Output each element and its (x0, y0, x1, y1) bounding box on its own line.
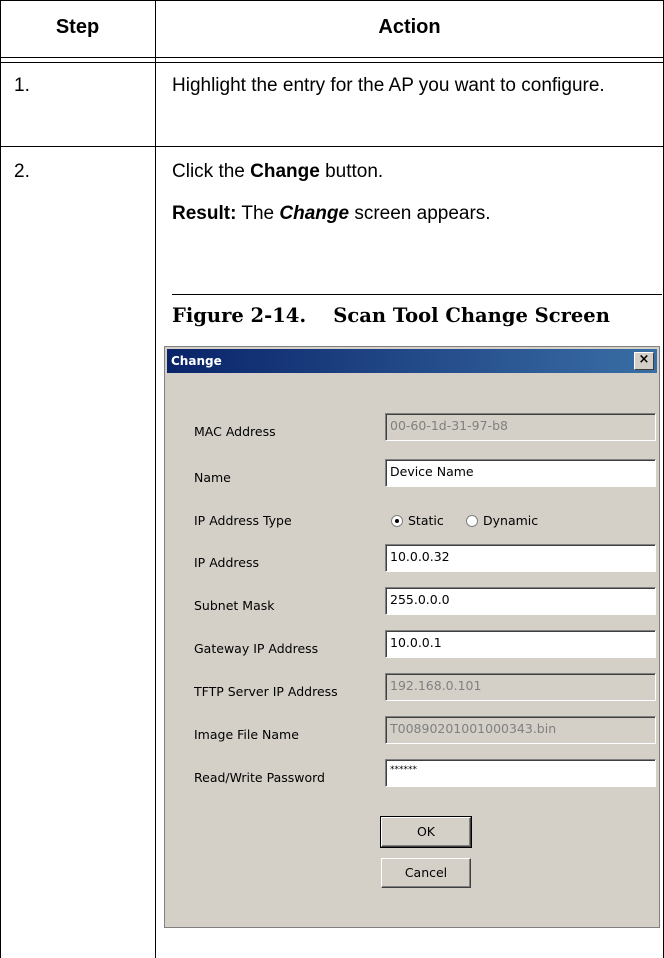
table-top-border (0, 0, 664, 1)
name-field[interactable]: Device Name (385, 459, 656, 487)
dynamic-radio-label[interactable]: Dynamic (483, 513, 538, 528)
tftp-server-ip-field: 192.168.0.101 (385, 673, 656, 701)
ok-button[interactable]: OK (380, 816, 472, 848)
table-left-border (0, 0, 1, 958)
figure-caption: Figure 2-14. Scan Tool Change Screen (172, 304, 610, 327)
gateway-ip-label: Gateway IP Address (194, 641, 319, 656)
result-em: Change (279, 203, 350, 224)
result-post: screen appears. (349, 203, 491, 224)
row1-action: Highlight the entry for the AP you want … (172, 75, 605, 96)
ip-address-label: IP Address (194, 555, 259, 570)
mac-address-label: MAC Address (194, 424, 276, 439)
dynamic-radio[interactable] (466, 515, 478, 527)
row2-action-prefix: Click the (172, 161, 251, 182)
password-field[interactable]: ****** (385, 759, 656, 787)
image-file-name-field: T00890201001000343.bin (385, 716, 656, 744)
radio-selected-dot (395, 519, 399, 523)
close-icon: × (638, 352, 650, 367)
header-divider-double (0, 62, 664, 63)
static-radio[interactable] (391, 515, 403, 527)
header-divider (0, 57, 664, 58)
row2-action: Click the Change button. (172, 160, 642, 184)
password-label: Read/Write Password (194, 770, 325, 785)
tftp-server-ip-label: TFTP Server IP Address (194, 684, 338, 699)
subnet-mask-label: Subnet Mask (194, 598, 275, 613)
row2-step: 2. (14, 161, 30, 182)
gateway-ip-field[interactable]: 10.0.0.1 (385, 630, 656, 658)
static-radio-label[interactable]: Static (408, 513, 444, 528)
cancel-button[interactable]: Cancel (381, 858, 471, 888)
result-pre: The (236, 203, 280, 224)
row2-result: Result: The Change screen appears. (172, 202, 652, 226)
figure-rule (172, 294, 662, 295)
close-button[interactable]: × (634, 352, 654, 370)
header-action: Action (378, 16, 441, 38)
mac-address-field: 00-60-1d-31-97-b8 (385, 413, 656, 441)
name-label: Name (194, 470, 231, 485)
row2-action-suffix: button. (319, 161, 384, 182)
row1-step: 1. (14, 75, 30, 96)
row-divider (0, 146, 664, 147)
subnet-mask-field[interactable]: 255.0.0.0 (385, 587, 656, 615)
dialog-title: Change (171, 354, 222, 368)
column-divider (155, 0, 156, 958)
change-dialog: Change × MAC Address 00-60-1d-31-97-b8 N… (164, 346, 660, 928)
header-step: Step (55, 16, 100, 38)
row2-action-bold: Change (250, 161, 320, 182)
ip-address-field[interactable]: 10.0.0.32 (385, 544, 656, 572)
ip-address-type-label: IP Address Type (194, 513, 292, 528)
dialog-titlebar: Change × (167, 349, 657, 373)
result-label: Result: (172, 203, 237, 224)
image-file-name-label: Image File Name (194, 727, 299, 742)
